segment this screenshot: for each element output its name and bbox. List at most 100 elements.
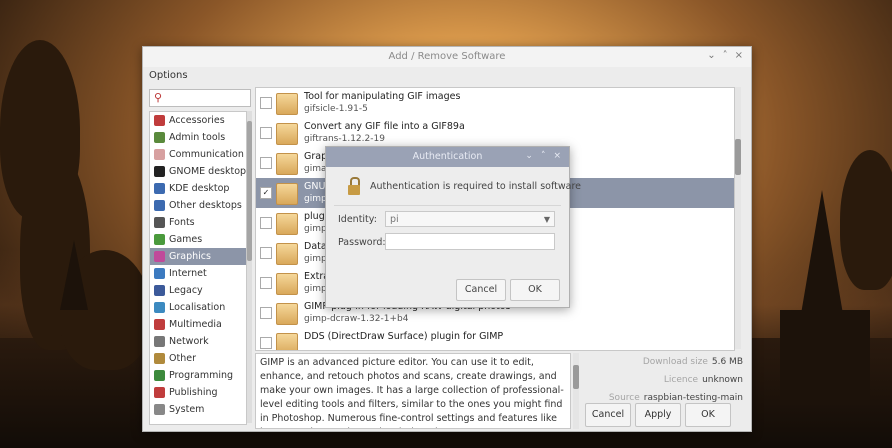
package-checkbox[interactable] bbox=[260, 337, 272, 349]
package-checkbox[interactable]: ✓ bbox=[260, 187, 272, 199]
licence-label: Licence bbox=[663, 375, 699, 385]
divider bbox=[334, 205, 561, 206]
package-checkbox[interactable] bbox=[260, 277, 272, 289]
package-checkbox[interactable] bbox=[260, 97, 272, 109]
category-item[interactable]: GNOME desktop bbox=[150, 163, 246, 180]
category-item[interactable]: Accessories bbox=[150, 112, 246, 129]
close-icon[interactable]: × bbox=[735, 50, 743, 61]
category-pane: ⚲ Accessories Admin tools Communication GNO… bbox=[147, 87, 253, 427]
package-title: plugi bbox=[304, 211, 328, 222]
package-row[interactable]: Tool for manipulating GIF images gifsicle… bbox=[256, 88, 734, 118]
description-scrollbar[interactable] bbox=[573, 353, 579, 429]
category-label: System bbox=[169, 404, 205, 415]
category-item[interactable]: Internet bbox=[150, 265, 246, 282]
search-icon: ⚲ bbox=[154, 91, 163, 104]
scrollbar-thumb[interactable] bbox=[247, 121, 252, 261]
category-scrollbar[interactable] bbox=[247, 111, 252, 423]
auth-message: Authentication is required to install so… bbox=[370, 181, 581, 192]
category-item[interactable]: Legacy bbox=[150, 282, 246, 299]
category-icon bbox=[154, 234, 165, 245]
close-icon[interactable]: × bbox=[553, 151, 561, 161]
category-label: Network bbox=[169, 336, 209, 347]
dialog-buttons: Cancel Apply OK bbox=[585, 403, 731, 427]
minimize-icon[interactable]: ⌄ bbox=[525, 151, 533, 161]
package-scrollbar[interactable] bbox=[735, 87, 741, 349]
background-tree bbox=[840, 150, 892, 290]
category-item[interactable]: Admin tools bbox=[150, 129, 246, 146]
ok-button[interactable]: OK bbox=[685, 403, 731, 427]
package-name: gimp bbox=[304, 284, 327, 294]
category-label: Programming bbox=[169, 370, 234, 381]
package-info: Download size 5.6 MB Licence unknown Sourc… bbox=[583, 353, 745, 407]
maximize-icon[interactable]: ˄ bbox=[723, 50, 728, 61]
identity-select[interactable]: pi ▼ bbox=[385, 211, 555, 227]
category-icon bbox=[154, 217, 165, 228]
category-item[interactable]: Communication bbox=[150, 146, 246, 163]
package-checkbox[interactable] bbox=[260, 307, 272, 319]
category-label: GNOME desktop bbox=[169, 166, 247, 177]
background-temple bbox=[60, 240, 88, 310]
category-icon bbox=[154, 370, 165, 381]
category-icon bbox=[154, 404, 165, 415]
category-label: Other bbox=[169, 353, 196, 364]
category-icon bbox=[154, 268, 165, 279]
lock-icon bbox=[348, 177, 360, 195]
category-item[interactable]: Other desktops bbox=[150, 197, 246, 214]
search-input[interactable]: ⚲ bbox=[149, 89, 251, 107]
package-checkbox[interactable] bbox=[260, 217, 272, 229]
category-list: Accessories Admin tools Communication GNOME… bbox=[149, 111, 247, 425]
package-checkbox[interactable] bbox=[260, 157, 272, 169]
category-item[interactable]: Other bbox=[150, 350, 246, 367]
category-item[interactable]: Games bbox=[150, 231, 246, 248]
password-field[interactable] bbox=[385, 233, 555, 250]
package-name: gifsicle-1.91-5 bbox=[304, 104, 368, 114]
category-icon bbox=[154, 183, 165, 194]
package-row[interactable]: Convert any GIF file into a GIF89a giftra… bbox=[256, 118, 734, 148]
category-label: Localisation bbox=[169, 302, 226, 313]
dialog-titlebar[interactable]: Authentication ⌄ ˄ × bbox=[326, 147, 569, 167]
package-icon bbox=[276, 333, 298, 350]
category-icon bbox=[154, 387, 165, 398]
package-row[interactable]: DDS (DirectDraw Surface) plugin for GIMP bbox=[256, 328, 734, 350]
package-title: DDS (DirectDraw Surface) plugin for GIMP bbox=[304, 331, 504, 342]
package-icon bbox=[276, 303, 298, 325]
minimize-icon[interactable]: ⌄ bbox=[707, 50, 715, 61]
category-item[interactable]: Network bbox=[150, 333, 246, 350]
category-item[interactable]: Multimedia bbox=[150, 316, 246, 333]
package-name: gimp bbox=[304, 224, 327, 234]
category-icon bbox=[154, 336, 165, 347]
menu-options[interactable]: Options bbox=[149, 70, 188, 81]
package-title: Data bbox=[304, 241, 327, 252]
scrollbar-thumb[interactable] bbox=[735, 139, 741, 175]
package-name: gimp bbox=[304, 194, 327, 204]
maximize-icon[interactable]: ˄ bbox=[541, 151, 546, 161]
package-checkbox[interactable] bbox=[260, 127, 272, 139]
window-titlebar[interactable]: Add / Remove Software ⌄ ˄ × bbox=[143, 47, 751, 67]
package-icon bbox=[276, 243, 298, 265]
authentication-dialog: Authentication ⌄ ˄ × Authentication is r… bbox=[325, 146, 581, 308]
category-label: Admin tools bbox=[169, 132, 226, 143]
scrollbar-thumb[interactable] bbox=[573, 365, 579, 389]
window-title: Add / Remove Software bbox=[388, 51, 506, 62]
category-label: Fonts bbox=[169, 217, 195, 228]
category-label: Other desktops bbox=[169, 200, 242, 211]
category-icon bbox=[154, 166, 165, 177]
category-item[interactable]: Publishing bbox=[150, 384, 246, 401]
auth-cancel-button[interactable]: Cancel bbox=[456, 279, 506, 301]
auth-ok-button[interactable]: OK bbox=[510, 279, 560, 301]
package-checkbox[interactable] bbox=[260, 247, 272, 259]
category-label: KDE desktop bbox=[169, 183, 230, 194]
cancel-button[interactable]: Cancel bbox=[585, 403, 631, 427]
category-icon bbox=[154, 115, 165, 126]
apply-button[interactable]: Apply bbox=[635, 403, 681, 427]
category-item[interactable]: Localisation bbox=[150, 299, 246, 316]
package-title: Convert any GIF file into a GIF89a bbox=[304, 121, 465, 132]
category-item[interactable]: KDE desktop bbox=[150, 180, 246, 197]
category-item[interactable]: Graphics bbox=[150, 248, 246, 265]
category-item[interactable]: Fonts bbox=[150, 214, 246, 231]
category-item[interactable]: Programming bbox=[150, 367, 246, 384]
category-label: Communication bbox=[169, 149, 244, 160]
category-icon bbox=[154, 251, 165, 262]
category-icon bbox=[154, 319, 165, 330]
category-item[interactable]: System bbox=[150, 401, 246, 418]
